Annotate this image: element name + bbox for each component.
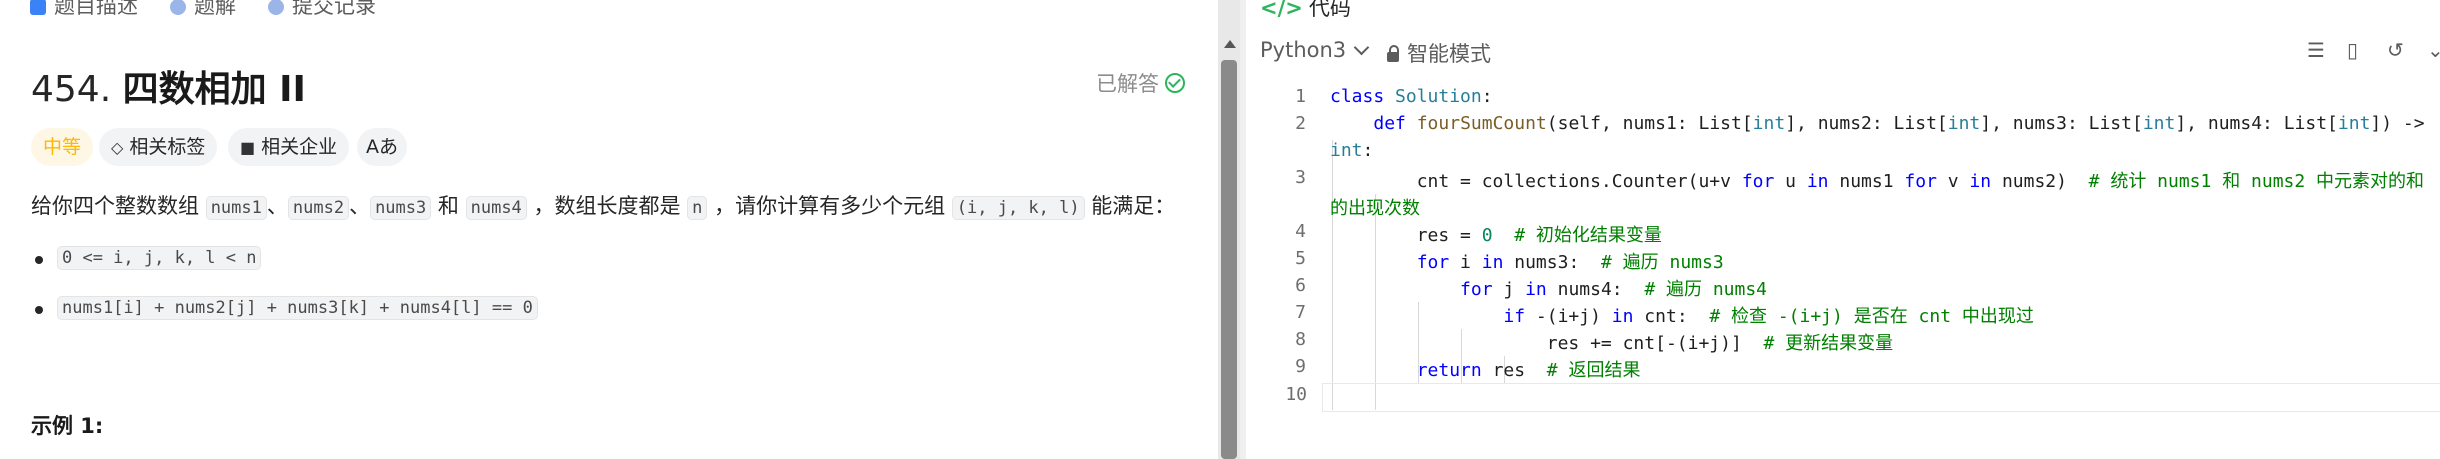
language-select[interactable]: Python3 bbox=[1260, 38, 1370, 62]
history-icon bbox=[268, 0, 284, 15]
problem-description: 给你四个整数数组 nums1、 nums2、 nums3 和 nums4 ，数组长度… bbox=[31, 194, 1176, 220]
current-line: 10 bbox=[1285, 383, 2440, 412]
code-text: if -(i+j) in cnt: # 检查 -(i+j) 是否在 cnt 中出… bbox=[1503, 306, 2034, 327]
code-text: class Solution: bbox=[1330, 86, 1493, 107]
scroll-up-arrow-icon[interactable] bbox=[1224, 40, 1236, 48]
code-text: for i in nums3: # 遍历 nums3 bbox=[1416, 252, 1724, 273]
code-line: 8 res += cnt[-(i+j)] # 更新结果变量 bbox=[1246, 329, 2440, 356]
scrollbar[interactable] bbox=[1218, 0, 1240, 459]
code-line: 的出现次数 bbox=[1246, 194, 2440, 221]
line-number: 10 bbox=[1285, 384, 1307, 405]
code-text: res += cnt[-(i+j)] # 更新结果变量 bbox=[1330, 333, 1894, 354]
code-text: 的出现次数 bbox=[1330, 198, 1420, 219]
line-number: 9 bbox=[1295, 356, 1306, 377]
line-number: 6 bbox=[1295, 275, 1306, 296]
code-line: 7 if -(i+j) in cnt: # 检查 -(i+j) 是否在 cnt … bbox=[1246, 302, 2440, 329]
bullet-dot bbox=[35, 256, 43, 264]
problem-number: 454. bbox=[31, 69, 112, 110]
code-text: def fourSumCount(self, nums1: List[int],… bbox=[1373, 113, 2425, 134]
code-text: int: bbox=[1330, 140, 1374, 161]
smart-mode-toggle[interactable]: 智能模式 bbox=[1387, 38, 1491, 68]
translate-button[interactable]: Aあ bbox=[357, 128, 407, 166]
code-text: return res # 返回结果 bbox=[1416, 360, 1641, 381]
difficulty-badge: 中等 bbox=[31, 128, 94, 166]
code-line: 2 def fourSumCount(self, nums1: List[int… bbox=[1246, 113, 2440, 140]
line-number: 2 bbox=[1295, 113, 1306, 134]
tab-submissions[interactable]: 提交记录 bbox=[268, 0, 376, 20]
reset-icon[interactable]: ↺ bbox=[2387, 38, 2404, 62]
check-circle-icon bbox=[1165, 73, 1185, 93]
code-panel: </> 代码 Python3 智能模式 ☰ ▯ ↺ ⌄ 1 class Solut… bbox=[1246, 0, 2440, 459]
line-number: 7 bbox=[1295, 302, 1306, 323]
translate-icon: Aあ bbox=[366, 136, 398, 158]
solved-status: 已解答 bbox=[1096, 68, 1185, 98]
page-title[interactable]: 454. 四数相加 II bbox=[31, 60, 306, 112]
editor-toolbar: Python3 智能模式 ☰ ▯ ↺ ⌄ bbox=[1246, 32, 2440, 72]
code-text: for j in nums4: # 遍历 nums4 bbox=[1460, 279, 1768, 300]
tab-description[interactable]: 题目描述 bbox=[30, 0, 138, 20]
line-number: 3 bbox=[1295, 167, 1306, 188]
code-line: int: bbox=[1246, 140, 2440, 167]
problem-panel: 题目描述 题解 提交记录 454. 四数相加 II 已解答 中等 ◇ 相关标签 ■… bbox=[0, 0, 1218, 459]
code-text: cnt = collections.Counter(u+v for u in n… bbox=[1330, 171, 2425, 192]
lock-icon bbox=[1387, 45, 1399, 62]
code-line: 9 return res # 返回结果 bbox=[1246, 356, 2440, 383]
code-line: 4 res = 0 # 初始化结果变量 bbox=[1246, 221, 2440, 248]
description-icon bbox=[30, 0, 46, 15]
problem-name: 四数相加 II bbox=[122, 69, 306, 110]
bullet-dot bbox=[35, 306, 43, 314]
tag-icon: ◇ bbox=[111, 138, 124, 157]
collapse-icon[interactable]: ⌄ bbox=[2427, 38, 2440, 62]
bookmark-icon[interactable]: ▯ bbox=[2347, 38, 2358, 62]
related-tags-button[interactable]: ◇ 相关标签 bbox=[99, 128, 218, 166]
code-text: res = 0 # 初始化结果变量 bbox=[1330, 225, 1662, 246]
line-number: 4 bbox=[1295, 221, 1306, 242]
line-number: 5 bbox=[1295, 248, 1306, 269]
example-heading: 示例 1: bbox=[31, 414, 104, 438]
lock-icon: ■ bbox=[240, 138, 256, 157]
code-icon: </> bbox=[1260, 0, 1303, 20]
solved-label: 已解答 bbox=[1096, 72, 1159, 96]
format-lines-icon[interactable]: ☰ bbox=[2307, 38, 2325, 62]
solutions-icon bbox=[170, 0, 186, 15]
code-line: 6 for j in nums4: # 遍历 nums4 bbox=[1246, 275, 2440, 302]
line-number: 1 bbox=[1295, 86, 1306, 107]
tab-solutions[interactable]: 题解 bbox=[170, 0, 236, 20]
scrollbar-thumb[interactable] bbox=[1221, 60, 1237, 459]
code-line: 5 for i in nums3: # 遍历 nums3 bbox=[1246, 248, 2440, 275]
code-line: 3 cnt = collections.Counter(u+v for u in… bbox=[1246, 167, 2440, 194]
related-companies-button[interactable]: ■ 相关企业 bbox=[228, 128, 350, 166]
code-tab[interactable]: </> 代码 bbox=[1260, 0, 1351, 22]
chevron-down-icon bbox=[1353, 39, 1370, 56]
line-number: 8 bbox=[1295, 329, 1306, 350]
code-line: 1 class Solution: bbox=[1246, 86, 2440, 113]
